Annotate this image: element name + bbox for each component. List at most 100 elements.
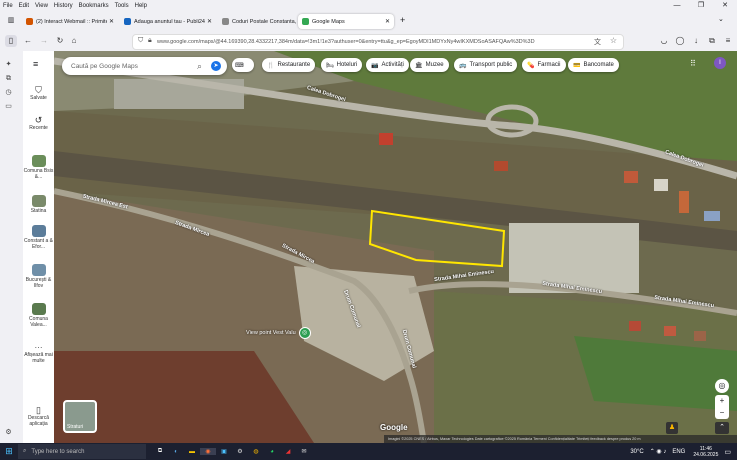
back-icon[interactable]: ← xyxy=(22,35,34,47)
close-tab-icon[interactable]: ✕ xyxy=(385,18,390,25)
pocket-icon[interactable]: ◡ xyxy=(658,35,670,47)
recents-button[interactable]: ↺ Recente xyxy=(23,115,54,131)
maps-search-box[interactable]: Caută pe Google Maps ⌕ ➤ xyxy=(62,57,227,75)
sidebar-toggle-icon[interactable]: ▥ xyxy=(5,15,17,27)
file-explorer-icon[interactable]: ▬ xyxy=(184,449,200,455)
menu-file[interactable]: File xyxy=(0,3,16,9)
pegman-icon[interactable]: ♟ xyxy=(666,422,678,434)
forward-icon[interactable]: → xyxy=(38,35,50,47)
synced-tabs-icon[interactable]: ⧉ xyxy=(3,73,14,84)
satellite-map[interactable]: Calea Dobrogei Calea Dobrogei Strada Mir… xyxy=(54,51,737,443)
tab-webmail[interactable]: (2) Interact Webmail :: Primite ✕ xyxy=(22,14,118,29)
new-tab-button[interactable]: + xyxy=(400,15,405,25)
chip-label: Transport public xyxy=(469,62,513,68)
chip-hoteluri[interactable]: 🛏 Hoteluri xyxy=(321,58,363,72)
close-tab-icon[interactable]: ✕ xyxy=(109,18,114,25)
menu-help[interactable]: Help xyxy=(132,3,150,9)
taskbar-search[interactable]: ⌕ Type here to search xyxy=(18,444,146,459)
notifications-icon[interactable]: ▭ xyxy=(724,448,731,456)
settings-icon[interactable]: ⚙ xyxy=(232,448,248,455)
expand-icon[interactable]: ⌃ xyxy=(715,422,729,434)
edge-icon[interactable]: ◐ xyxy=(168,449,184,455)
maximize-button[interactable]: ❐ xyxy=(689,0,713,11)
zoom-in-button[interactable]: + xyxy=(715,395,729,407)
recent-place-item[interactable]: Comuna Bsis &... xyxy=(23,155,54,180)
whatsapp-icon[interactable]: ◕ xyxy=(264,449,280,455)
store-icon[interactable]: ▣ xyxy=(216,448,232,455)
weather-widget[interactable]: 30°C xyxy=(630,449,643,455)
close-tab-icon[interactable]: ✕ xyxy=(207,18,212,25)
account-icon[interactable]: ◯ xyxy=(674,35,686,47)
zoom-out-button[interactable]: − xyxy=(715,407,729,419)
windows-taskbar: ⊞ ⌕ Type here to search ⧉ ◐ ▬ ◉ ▣ ⚙ ◍ ◕ … xyxy=(0,443,737,460)
windows-start-icon[interactable]: ⊞ xyxy=(0,446,18,457)
mail-icon[interactable]: ✉ xyxy=(296,448,312,455)
chip-muzee[interactable]: 🏛 Muzee xyxy=(410,58,449,72)
customize-sidebar-icon[interactable]: ⚙ xyxy=(3,427,14,438)
history-icon[interactable]: ◷ xyxy=(3,87,14,98)
clock-date: 24.06.2025 xyxy=(693,451,719,458)
url-text[interactable]: www.google.com/maps/@44.169390,28.433221… xyxy=(133,39,535,45)
language-indicator[interactable]: ENG xyxy=(672,449,685,455)
chip-restaurante[interactable]: 🍴 Restaurante xyxy=(262,58,316,72)
close-button[interactable]: ✕ xyxy=(713,0,737,11)
ai-chatbot-icon[interactable]: ✦ xyxy=(3,59,14,70)
avatar[interactable]: I xyxy=(714,57,726,69)
place-label: Comuna Valea... xyxy=(29,316,48,328)
tab-title: (2) Interact Webmail :: Primite xyxy=(36,18,107,25)
menu-tools[interactable]: Tools xyxy=(112,3,132,9)
downloads-icon[interactable]: ↓ xyxy=(690,35,702,47)
bookmark-star-icon[interactable]: ☆ xyxy=(610,36,617,45)
lock-icon[interactable]: 🔒︎ xyxy=(148,37,152,45)
menu-history[interactable]: History xyxy=(51,3,76,9)
list-tabs-icon[interactable]: ⌄ xyxy=(718,15,724,23)
home-icon[interactable]: ⌂ xyxy=(68,35,80,47)
poi-marker[interactable]: View point Vest Valu ◎ xyxy=(246,327,311,339)
chip-farmacii[interactable]: 💊 Farmacii xyxy=(522,58,566,72)
firefox-icon[interactable]: ◉ xyxy=(200,448,216,455)
bookmarks-icon[interactable]: ▭ xyxy=(3,101,14,112)
tab-google-maps[interactable]: Google Maps ✕ xyxy=(298,14,394,29)
satellite-imagery[interactable] xyxy=(54,51,737,443)
show-more-button[interactable]: ··· Afișează mai multe xyxy=(23,344,54,365)
viewpoint-icon[interactable]: ◎ xyxy=(298,327,311,339)
chip-bancomate[interactable]: 💳 Bancomate xyxy=(568,58,619,72)
camera-icon: 📷 xyxy=(371,62,379,69)
search-input[interactable]: Caută pe Google Maps xyxy=(62,63,197,70)
place-thumbnail xyxy=(31,264,46,276)
url-bar[interactable]: ⛉ 🔒︎ www.google.com/maps/@44.169390,28.4… xyxy=(132,34,624,50)
recent-place-item[interactable]: București & Ilfov xyxy=(23,264,54,289)
shield-icon[interactable]: ⛉ xyxy=(138,37,143,45)
apps-grid-icon[interactable]: ⠿ xyxy=(690,59,696,68)
minimize-button[interactable]: — xyxy=(665,0,689,11)
chip-activitati[interactable]: 📷 Activități xyxy=(366,58,409,72)
directions-icon[interactable]: ➤ xyxy=(211,61,221,71)
clock[interactable]: 11:46 24.06.2025 xyxy=(693,446,718,458)
chip-transport-public[interactable]: 🚌 Transport public xyxy=(454,58,518,72)
app-menu-icon[interactable]: ≡ xyxy=(722,35,734,47)
my-location-icon[interactable]: ◎ xyxy=(715,379,729,393)
translate-icon[interactable]: 文 xyxy=(594,37,601,47)
tab-publi24[interactable]: Adauga anuntul tau - Publi24 ✕ xyxy=(120,14,216,29)
acrobat-icon[interactable]: ◢ xyxy=(280,448,296,455)
recent-place-item[interactable]: Constant a & Efor... xyxy=(23,225,54,250)
sidebar-icon[interactable]: ▯ xyxy=(5,35,17,47)
task-view-icon[interactable]: ⧉ xyxy=(152,448,168,455)
extensions-icon[interactable]: ⧉ xyxy=(706,35,718,47)
search-icon[interactable]: ⌕ xyxy=(197,61,202,72)
map-attribution[interactable]: Imagini ©2025 CNES / Airbus, Maxar Techn… xyxy=(384,435,737,443)
reload-icon[interactable]: ↻ xyxy=(54,35,66,47)
menu-bookmarks[interactable]: Bookmarks xyxy=(76,3,112,9)
recent-place-item[interactable]: Comuna Valea... xyxy=(23,303,54,328)
download-app-button[interactable]: ▯ Descarcă aplicația xyxy=(23,405,54,427)
chrome-icon[interactable]: ◍ xyxy=(248,448,264,455)
input-tools-button[interactable]: ⌨ xyxy=(232,58,254,72)
system-tray-icons[interactable]: ⌃ ◉ ♪ xyxy=(650,448,667,455)
menu-view[interactable]: View xyxy=(32,3,51,9)
saved-button[interactable]: ⛉ Salvate xyxy=(23,85,54,101)
page-favicon-icon xyxy=(222,18,229,25)
layers-button[interactable]: Straturi xyxy=(63,400,97,433)
recent-place-item[interactable]: Statina xyxy=(23,195,54,214)
menu-hamburger-icon[interactable]: ≡ xyxy=(33,59,38,69)
menu-edit[interactable]: Edit xyxy=(16,3,32,9)
